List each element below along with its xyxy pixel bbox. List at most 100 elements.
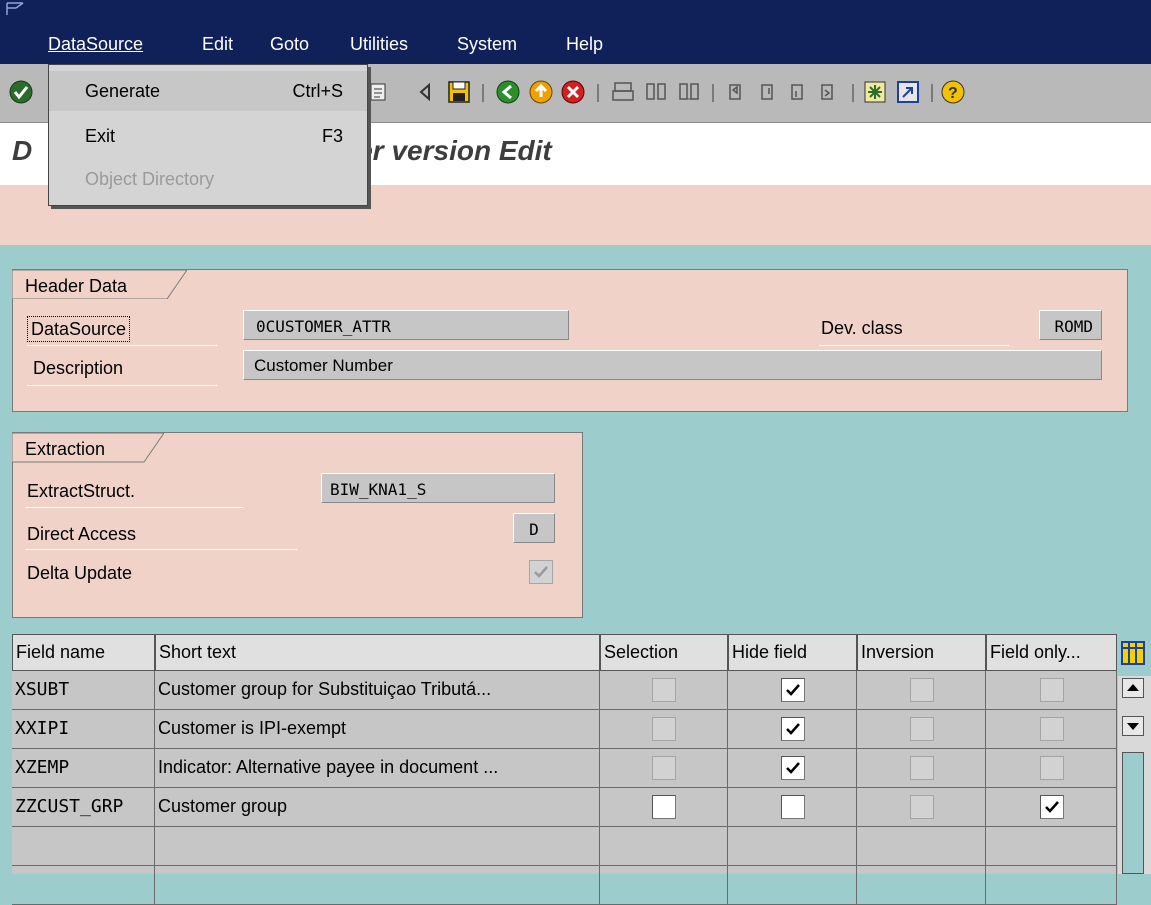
inversion-checkbox[interactable] — [910, 717, 934, 741]
cell-field-only — [986, 827, 1117, 866]
create-session-icon[interactable] — [862, 79, 888, 105]
selection-checkbox[interactable] — [652, 678, 676, 702]
scroll-down-button[interactable] — [1122, 716, 1144, 736]
system-menu-icon[interactable] — [6, 2, 24, 16]
field-only-checkbox[interactable] — [1040, 756, 1064, 780]
inversion-checkbox[interactable] — [910, 678, 934, 702]
table-row[interactable]: XZEMP Indicator: Alternative payee in doc… — [12, 749, 1117, 788]
table-row[interactable] — [12, 827, 1117, 866]
cell-short-text — [155, 866, 600, 905]
selection-checkbox[interactable] — [652, 795, 676, 819]
inversion-checkbox[interactable] — [910, 756, 934, 780]
next-page-icon[interactable] — [786, 79, 812, 105]
shortcut-icon[interactable] — [895, 79, 921, 105]
label-underline — [819, 345, 1009, 346]
column-header-hide-field[interactable]: Hide field — [728, 634, 857, 671]
hide-field-checkbox[interactable] — [781, 678, 805, 702]
cell-inversion — [857, 710, 986, 749]
cell-hide-field — [728, 671, 857, 710]
scroll-thumb[interactable] — [1122, 752, 1144, 874]
back-icon[interactable] — [495, 79, 521, 105]
cell-hide-field — [728, 827, 857, 866]
column-header-field-name[interactable]: Field name — [12, 634, 155, 671]
menu-item-object-directory[interactable]: Object Directory — [49, 159, 367, 199]
toolbar-separator — [712, 84, 714, 102]
description-label: Description — [33, 358, 124, 378]
find-icon[interactable] — [643, 79, 669, 105]
menu-edit[interactable]: Edit — [202, 34, 233, 55]
inversion-checkbox[interactable] — [910, 795, 934, 819]
first-page-icon[interactable] — [724, 79, 750, 105]
cell-field-name: XXIPI — [12, 710, 155, 749]
field-only-checkbox[interactable] — [1040, 717, 1064, 741]
menu-item-label: Generate — [85, 81, 161, 101]
menu-item-exit[interactable]: Exit F3 — [49, 116, 367, 156]
menu-item-generate[interactable]: Generate Ctrl+S — [49, 71, 367, 111]
column-header-field-only[interactable]: Field only... — [986, 634, 1117, 671]
scroll-up-button[interactable] — [1122, 678, 1144, 698]
selection-checkbox[interactable] — [652, 756, 676, 780]
last-page-icon[interactable] — [816, 79, 842, 105]
column-header-inversion[interactable]: Inversion — [857, 634, 986, 671]
description-field[interactable]: Customer Number — [243, 350, 1102, 380]
field-only-checkbox[interactable] — [1040, 795, 1064, 819]
hide-field-checkbox[interactable] — [781, 717, 805, 741]
toolbar-separator — [482, 84, 484, 102]
cancel-icon[interactable] — [560, 79, 586, 105]
table-vertical-scrollbar[interactable] — [1118, 676, 1151, 874]
collapse-arrow-icon[interactable] — [412, 79, 438, 105]
print-icon[interactable] — [610, 79, 636, 105]
delta-update-label: Delta Update — [27, 563, 133, 583]
table-row[interactable] — [12, 866, 1117, 905]
cell-field-name: ZZCUST_GRP — [12, 788, 155, 827]
table-row[interactable]: ZZCUST_GRP Customer group — [12, 788, 1117, 827]
cell-selection — [600, 749, 728, 788]
toolbar-separator — [852, 84, 854, 102]
delta-update-checkbox[interactable] — [529, 560, 553, 584]
menu-datasource[interactable]: DataSource — [48, 34, 143, 55]
table-row[interactable]: XXIPI Customer is IPI-exempt — [12, 710, 1117, 749]
command-field-icon[interactable] — [366, 79, 392, 105]
find-next-icon[interactable] — [676, 79, 702, 105]
header-data-frame: Header Data DataSource 0CUSTOMER_ATTR De… — [12, 269, 1128, 412]
cell-field-only — [986, 710, 1117, 749]
field-only-checkbox[interactable] — [1040, 678, 1064, 702]
table-settings-icon[interactable] — [1120, 640, 1146, 666]
selection-checkbox[interactable] — [652, 717, 676, 741]
direct-access-label: Direct Access — [27, 524, 137, 544]
cell-inversion — [857, 866, 986, 905]
extractstruct-label: ExtractStruct. — [27, 481, 136, 501]
help-icon[interactable]: ? — [940, 79, 966, 105]
extraction-frame: Extraction ExtractStruct. BIW_KNA1_S Dir… — [12, 432, 583, 618]
cell-field-name — [12, 866, 155, 905]
save-icon[interactable] — [446, 79, 472, 105]
previous-page-icon[interactable] — [756, 79, 782, 105]
cell-short-text: Indicator: Alternative payee in document… — [155, 749, 600, 788]
devclass-field[interactable]: ROMD — [1039, 310, 1102, 340]
menu-help[interactable]: Help — [566, 34, 603, 55]
hide-field-checkbox[interactable] — [781, 795, 805, 819]
menu-system[interactable]: System — [457, 34, 517, 55]
cell-field-name: XSUBT — [12, 671, 155, 710]
extractstruct-field[interactable]: BIW_KNA1_S — [321, 473, 555, 503]
datasource-field[interactable]: 0CUSTOMER_ATTR — [243, 310, 569, 340]
menu-item-label: Exit — [85, 126, 116, 146]
column-header-short-text[interactable]: Short text — [155, 634, 600, 671]
direct-access-field[interactable]: D — [513, 513, 555, 543]
enter-icon[interactable] — [8, 79, 34, 105]
cell-hide-field — [728, 710, 857, 749]
menu-item-shortcut: F3 — [321, 126, 343, 146]
cell-field-only — [986, 671, 1117, 710]
svg-text:?: ? — [948, 85, 958, 102]
table-row[interactable]: XSUBT Customer group for Substituiçao Tri… — [12, 671, 1117, 710]
hide-field-checkbox[interactable] — [781, 756, 805, 780]
menu-utilities[interactable]: Utilities — [350, 34, 408, 55]
cell-field-only — [986, 866, 1117, 905]
cell-hide-field — [728, 749, 857, 788]
label-underline — [25, 507, 243, 508]
cell-field-only — [986, 788, 1117, 827]
exit-icon[interactable] — [528, 79, 554, 105]
devclass-label: Dev. class — [821, 318, 903, 338]
column-header-selection[interactable]: Selection — [600, 634, 728, 671]
menu-goto[interactable]: Goto — [270, 34, 309, 55]
